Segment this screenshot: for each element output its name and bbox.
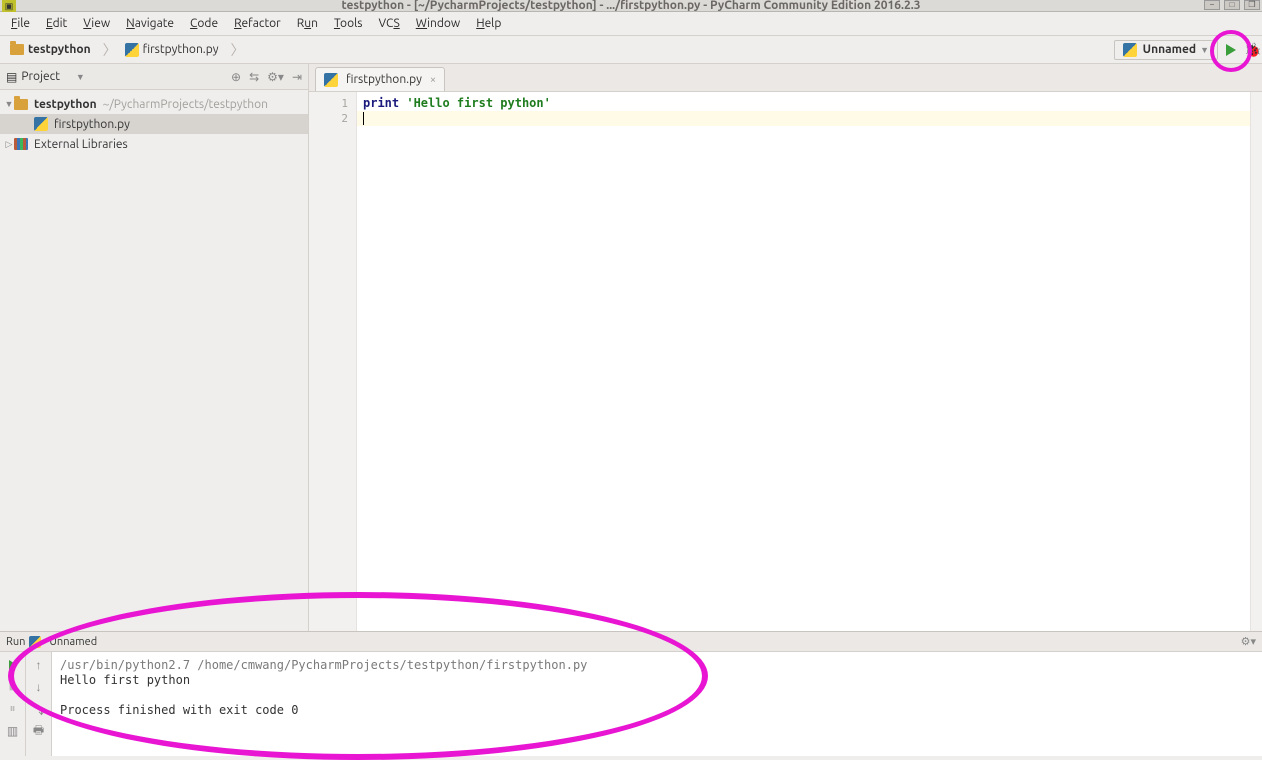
tree-external-libraries[interactable]: ▷ External Libraries <box>0 134 308 154</box>
layout-button[interactable]: ▥ <box>4 722 22 740</box>
menu-refactor[interactable]: Refactor <box>227 15 288 32</box>
play-icon <box>9 660 17 670</box>
scroll-from-source-icon[interactable]: ⇆ <box>249 70 259 84</box>
collapse-all-icon[interactable]: ⊕ <box>231 70 241 84</box>
run-configuration-name: Unnamed <box>1143 43 1196 56</box>
editor-tab[interactable]: firstpython.py × <box>315 67 445 91</box>
menubar: File Edit View Navigate Code Refactor Ru… <box>0 12 1262 36</box>
console-stdout: Hello first python <box>60 673 1254 688</box>
chevron-down-icon: ▼ <box>1200 45 1209 55</box>
pause-button[interactable]: ⏸ <box>4 700 22 718</box>
soft-wrap-button[interactable]: ⤵ <box>30 700 48 718</box>
console-command: /usr/bin/python2.7 /home/cmwang/PycharmP… <box>60 658 1254 673</box>
console-exit: Process finished with exit code 0 <box>60 703 1254 718</box>
titlebar: ▣ testpython - [~/PycharmProjects/testpy… <box>0 0 1262 12</box>
editor[interactable]: 1 2 print 'Hello first python' <box>309 92 1262 631</box>
breadcrumb-project-label: testpython <box>28 43 91 56</box>
python-icon <box>29 636 41 648</box>
python-file-icon <box>125 43 139 57</box>
chevron-right-icon: 〉 <box>103 40 117 60</box>
app-icon: ▣ <box>2 0 16 12</box>
run-label: Run <box>6 636 25 648</box>
run-config-name: Unnamed <box>49 636 97 648</box>
project-view-icon: ▤ <box>6 70 17 84</box>
menu-file[interactable]: File <box>4 15 37 32</box>
menu-run[interactable]: Run <box>290 15 325 32</box>
down-button[interactable]: ↓ <box>30 678 48 696</box>
folder-icon <box>14 99 28 110</box>
menu-vcs[interactable]: VCS <box>371 15 406 32</box>
minimize-button[interactable]: – <box>1204 0 1220 10</box>
up-button[interactable]: ↑ <box>30 656 48 674</box>
breadcrumb-file[interactable]: firstpython.py <box>119 37 229 63</box>
run-side-toolbar-1: ■ ⏸ ▥ <box>0 652 26 756</box>
project-tree: ▼ testpython ~/PycharmProjects/testpytho… <box>0 90 308 631</box>
menu-code[interactable]: Code <box>183 15 225 32</box>
line-number-gutter: 1 2 <box>309 92 357 631</box>
window-controls: – □ ❐ <box>1204 0 1260 10</box>
chevron-right-icon[interactable]: ▷ <box>4 139 14 150</box>
breadcrumb: testpython 〉 firstpython.py 〉 <box>0 36 247 63</box>
hide-icon[interactable]: ⇥ <box>292 70 302 84</box>
python-file-icon <box>324 73 338 87</box>
project-panel-title[interactable]: ▤ Project ▼ <box>6 70 85 84</box>
menu-view[interactable]: View <box>76 15 117 32</box>
tree-root[interactable]: ▼ testpython ~/PycharmProjects/testpytho… <box>0 94 308 114</box>
navigation-bar: testpython 〉 firstpython.py 〉 Unnamed ▼ … <box>0 36 1262 64</box>
folder-icon <box>10 44 24 55</box>
breadcrumb-project[interactable]: testpython <box>4 37 101 63</box>
tree-file[interactable]: firstpython.py <box>0 114 308 134</box>
python-icon <box>1123 43 1137 57</box>
editor-tab-label: firstpython.py <box>346 73 422 86</box>
code-area[interactable]: print 'Hello first python' <box>357 92 1250 631</box>
menu-window[interactable]: Window <box>409 15 467 32</box>
text-cursor <box>363 112 364 125</box>
run-button[interactable] <box>1226 44 1236 56</box>
editor-tabs: firstpython.py × <box>309 64 1262 92</box>
run-tool-header: Run Unnamed ⚙▾ <box>0 632 1262 652</box>
menu-edit[interactable]: Edit <box>39 15 74 32</box>
library-icon <box>14 138 28 150</box>
chevron-down-icon: ▼ <box>76 72 85 82</box>
close-tab-icon[interactable]: × <box>430 74 436 86</box>
right-gutter <box>1250 92 1262 631</box>
project-tool-window: ▤ Project ▼ ⊕ ⇆ ⚙▾ ⇥ ▼ testpython ~/Pych… <box>0 64 309 631</box>
breadcrumb-file-label: firstpython.py <box>143 43 219 56</box>
console-output[interactable]: /usr/bin/python2.7 /home/cmwang/PycharmP… <box>52 652 1262 756</box>
print-button[interactable]: 🖶 <box>30 722 48 740</box>
menu-help[interactable]: Help <box>469 15 508 32</box>
main-split: ▤ Project ▼ ⊕ ⇆ ⚙▾ ⇥ ▼ testpython ~/Pych… <box>0 64 1262 631</box>
rerun-button[interactable] <box>4 656 22 674</box>
settings-icon[interactable]: ⚙▾ <box>267 70 284 84</box>
run-tool-window: Run Unnamed ⚙▾ ■ ⏸ ▥ ↑ ↓ ⤵ 🖶 /usr/bin/py… <box>0 631 1262 756</box>
project-panel-header: ▤ Project ▼ ⊕ ⇆ ⚙▾ ⇥ <box>0 64 308 90</box>
debug-button[interactable]: 🐞 <box>1244 43 1258 57</box>
play-icon <box>1226 44 1236 56</box>
menu-navigate[interactable]: Navigate <box>119 15 181 32</box>
maximize-button[interactable]: □ <box>1224 0 1240 10</box>
editor-area: firstpython.py × 1 2 print 'Hello first … <box>309 64 1262 631</box>
python-file-icon <box>34 117 48 131</box>
window-title: testpython - [~/PycharmProjects/testpyth… <box>341 0 920 12</box>
run-configuration-selector[interactable]: Unnamed ▼ <box>1114 40 1218 60</box>
chevron-right-icon: 〉 <box>231 40 245 60</box>
chevron-down-icon[interactable]: ▼ <box>4 99 14 109</box>
run-side-toolbar-2: ↑ ↓ ⤵ 🖶 <box>26 652 52 756</box>
project-toolbar: ⊕ ⇆ ⚙▾ ⇥ <box>231 70 302 84</box>
menu-tools[interactable]: Tools <box>327 15 370 32</box>
restore-button[interactable]: ❐ <box>1244 0 1260 10</box>
run-settings-button[interactable]: ⚙▾ <box>1241 635 1256 648</box>
stop-button[interactable]: ■ <box>4 678 22 696</box>
